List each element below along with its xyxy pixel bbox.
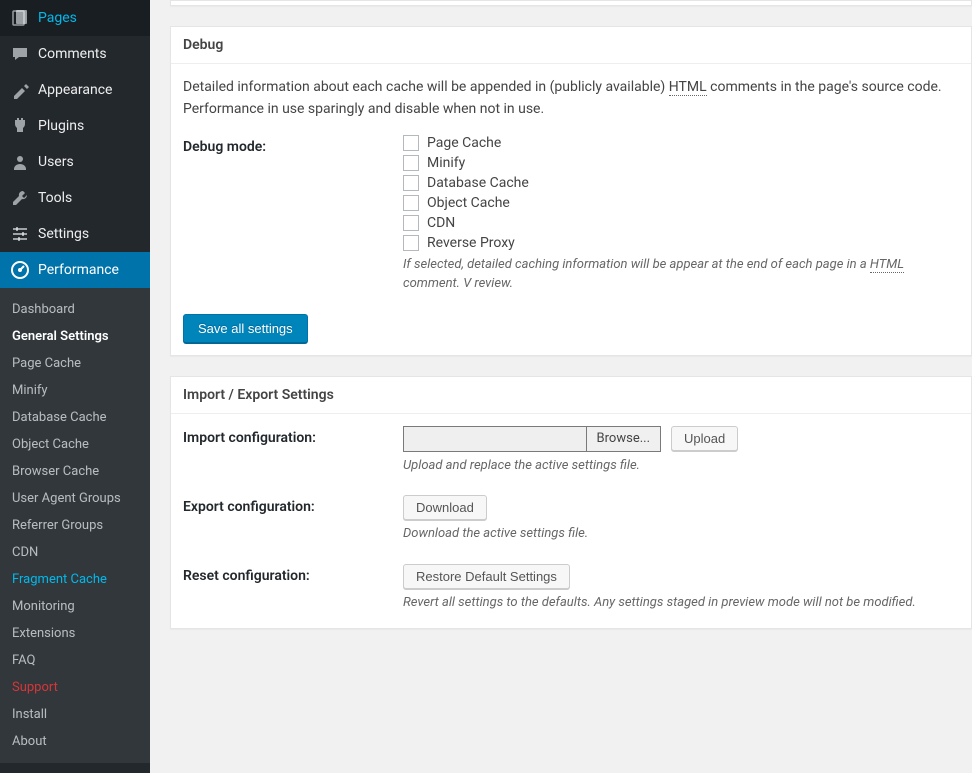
sidebar-item-label: Settings — [38, 226, 89, 242]
debug-checkbox-reverse-proxy[interactable] — [403, 235, 419, 251]
debug-checkbox-minify[interactable] — [403, 155, 419, 171]
submenu-item[interactable]: CDN — [0, 539, 150, 566]
export-description: Download the active settings file. — [403, 524, 959, 544]
submenu-item[interactable]: Dashboard — [0, 296, 150, 323]
sidebar-item-pages[interactable]: Pages — [0, 0, 150, 36]
debug-checkbox-object-cache[interactable] — [403, 195, 419, 211]
debug-checkbox-label: Object Cache — [427, 195, 510, 211]
file-input[interactable]: Browse... — [403, 426, 661, 452]
submenu-item[interactable]: Install — [0, 701, 150, 728]
submenu-item[interactable]: Browser Cache — [0, 458, 150, 485]
sidebar-item-label: Pages — [38, 10, 77, 26]
browse-button[interactable]: Browse... — [586, 427, 660, 451]
sidebar-item-label: Comments — [38, 46, 107, 62]
submenu-item[interactable]: Database Cache — [0, 404, 150, 431]
debug-intro: Detailed information about each cache wi… — [183, 76, 959, 121]
submenu-item[interactable]: Fragment Cache — [0, 566, 150, 593]
users-icon — [10, 152, 30, 172]
export-config-label: Export configuration: — [183, 495, 403, 544]
submenu-item[interactable]: Referrer Groups — [0, 512, 150, 539]
debug-mode-label: Debug mode: — [183, 135, 403, 294]
submenu-item[interactable]: Monitoring — [0, 593, 150, 620]
upload-button[interactable]: Upload — [671, 426, 738, 451]
submenu-item[interactable]: About — [0, 728, 150, 755]
submenu-item[interactable]: Extensions — [0, 620, 150, 647]
debug-heading: Debug — [171, 27, 971, 64]
comments-icon — [10, 44, 30, 64]
submenu-item[interactable]: FAQ — [0, 647, 150, 674]
import-config-label: Import configuration: — [183, 426, 403, 476]
debug-checkbox-cdn[interactable] — [403, 215, 419, 231]
sidebar-item-label: Performance — [38, 262, 119, 278]
sidebar-item-tools[interactable]: Tools — [0, 180, 150, 216]
sidebar-item-users[interactable]: Users — [0, 144, 150, 180]
import-description: Upload and replace the active settings f… — [403, 456, 959, 476]
admin-sidebar: Pages Comments Appearance Plugins Users Tools… — [0, 0, 150, 773]
submenu-item[interactable]: Page Cache — [0, 350, 150, 377]
sidebar-item-label: Users — [38, 154, 74, 170]
sidebar-item-appearance[interactable]: Appearance — [0, 72, 150, 108]
submenu-item[interactable]: Object Cache — [0, 431, 150, 458]
sidebar-item-label: Appearance — [38, 82, 112, 98]
pages-icon — [10, 8, 30, 28]
debug-checkbox-label: CDN — [427, 215, 455, 231]
sidebar-item-comments[interactable]: Comments — [0, 36, 150, 72]
debug-section: Debug Detailed information about each ca… — [170, 26, 972, 356]
import-export-heading: Import / Export Settings — [171, 377, 971, 414]
plugins-icon — [10, 116, 30, 136]
save-all-settings-button[interactable]: Save all settings — [183, 314, 308, 343]
submenu-item[interactable]: Support — [0, 674, 150, 701]
debug-checkbox-label: Database Cache — [427, 175, 529, 191]
import-export-section: Import / Export Settings Import configur… — [170, 376, 972, 630]
sidebar-item-performance[interactable]: Performance — [0, 252, 150, 288]
reset-config-label: Reset configuration: — [183, 564, 403, 613]
debug-checkbox-label: Reverse Proxy — [427, 235, 515, 251]
debug-mode-description: If selected, detailed caching informatio… — [403, 255, 959, 294]
appearance-icon — [10, 80, 30, 100]
submenu-item[interactable]: Minify — [0, 377, 150, 404]
sidebar-item-label: Tools — [38, 190, 72, 206]
submenu-item[interactable]: User Agent Groups — [0, 485, 150, 512]
main-content: Debug Detailed information about each ca… — [150, 0, 972, 773]
download-button[interactable]: Download — [403, 495, 487, 520]
restore-defaults-button[interactable]: Restore Default Settings — [403, 564, 570, 589]
settings-icon — [10, 224, 30, 244]
debug-checkbox-label: Minify — [427, 155, 465, 171]
tools-icon — [10, 188, 30, 208]
sidebar-item-label: Plugins — [38, 118, 84, 134]
performance-icon — [10, 260, 30, 280]
sidebar-item-settings[interactable]: Settings — [0, 216, 150, 252]
debug-checkbox-database-cache[interactable] — [403, 175, 419, 191]
submenu-item[interactable]: General Settings — [0, 323, 150, 350]
debug-checkbox-page-cache[interactable] — [403, 135, 419, 151]
reset-description: Revert all settings to the defaults. Any… — [403, 593, 959, 613]
debug-checkbox-label: Page Cache — [427, 135, 501, 151]
sidebar-item-plugins[interactable]: Plugins — [0, 108, 150, 144]
